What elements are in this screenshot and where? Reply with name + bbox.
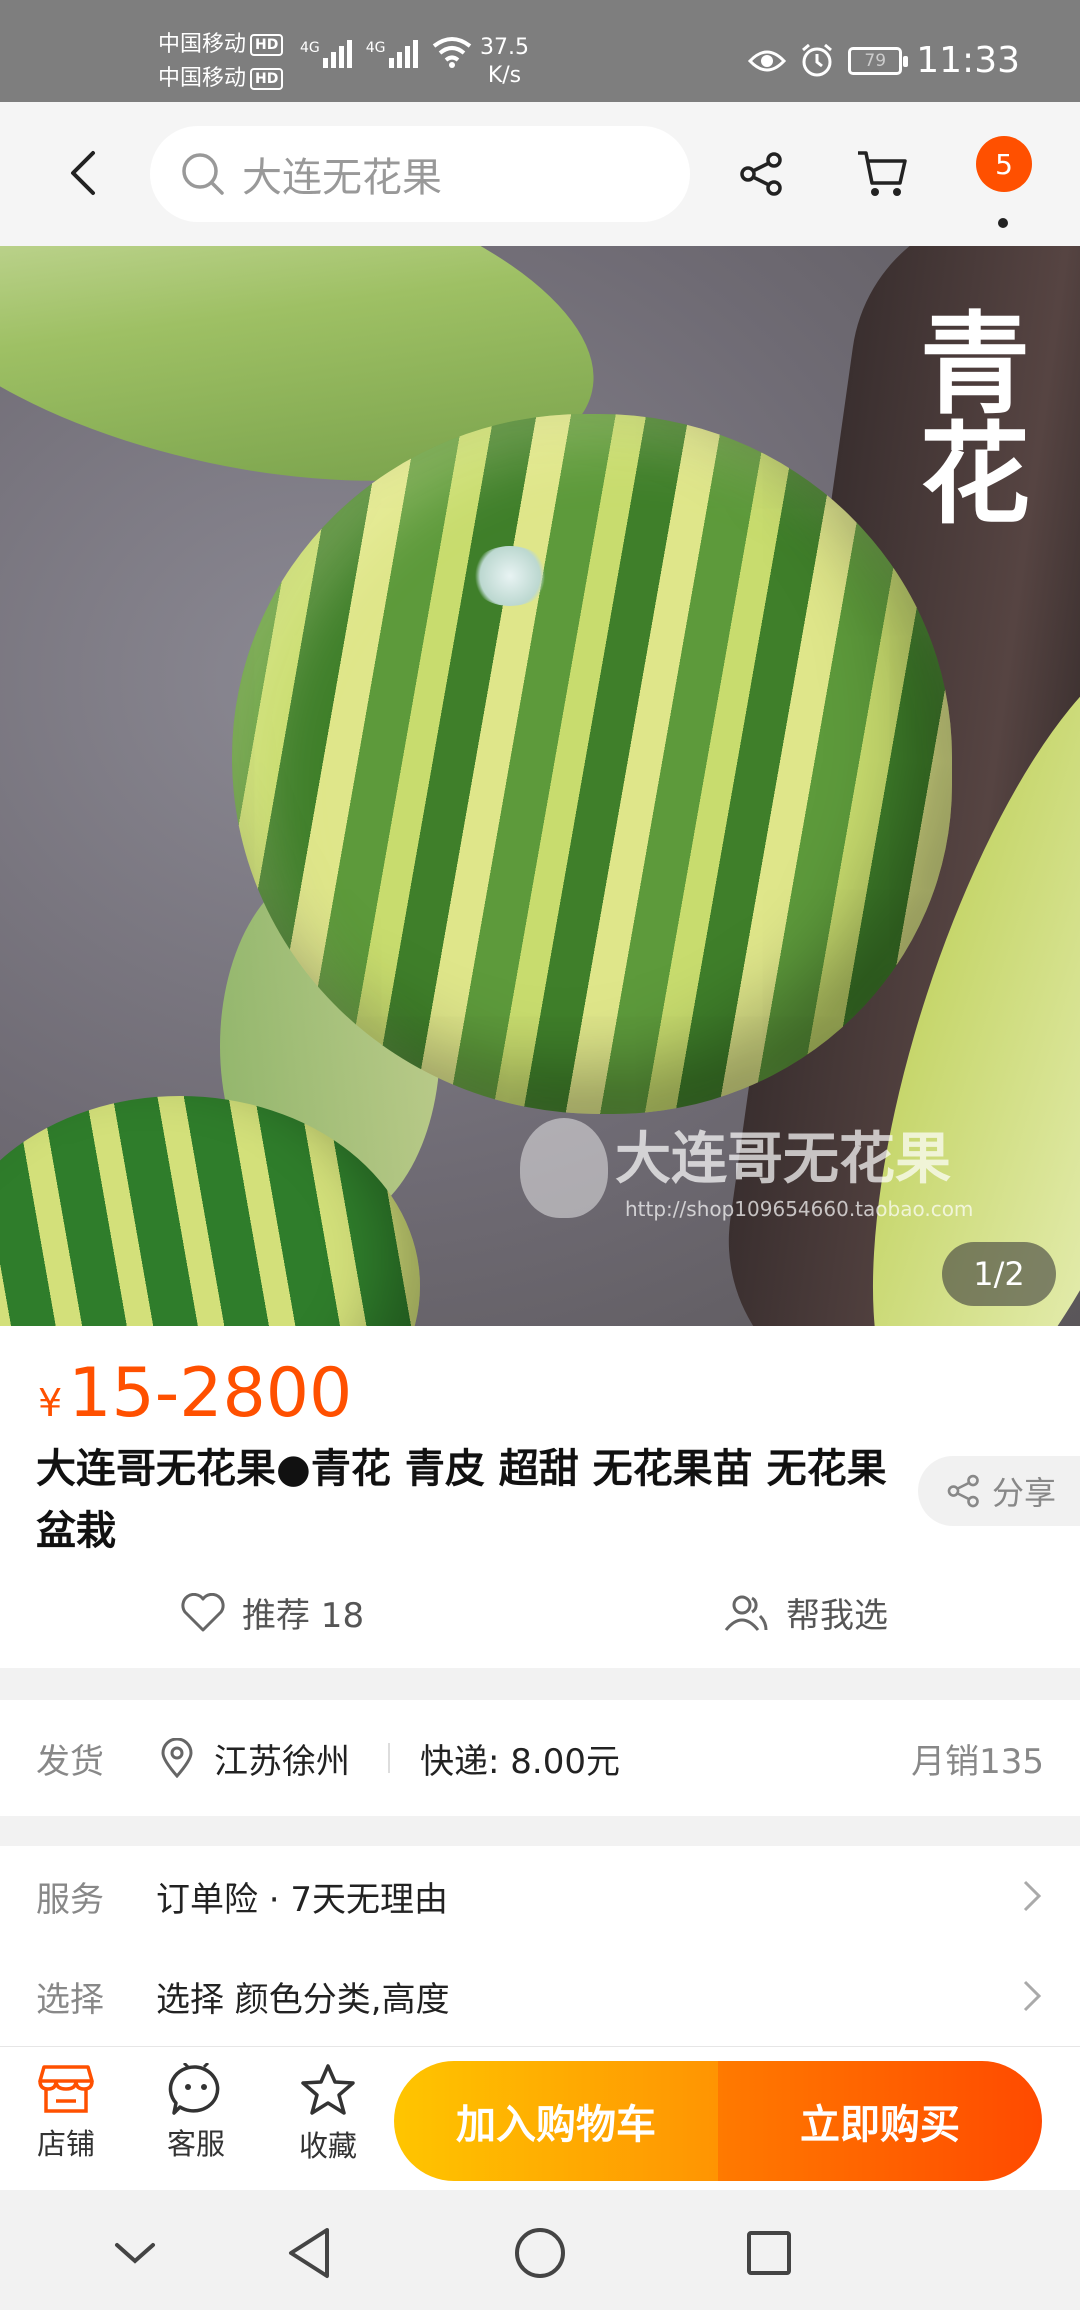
eye-icon [748, 50, 787, 71]
signal-icon: 4G [366, 40, 418, 68]
share-button[interactable] [726, 138, 798, 210]
battery-icon: 79 [848, 46, 909, 75]
alarm-icon [802, 43, 833, 76]
select-row[interactable]: 选择 选择 颜色分类,高度 [0, 1946, 1080, 2046]
notification-badge: 5 [976, 136, 1032, 192]
watermark-logo-icon [520, 1118, 608, 1218]
carrier-info: 中国移动 HD 中国移动 HD [158, 28, 284, 96]
share-tag-button[interactable]: 分享 [918, 1456, 1080, 1526]
service-label: 服务 [36, 1879, 104, 1920]
triangle-back-icon [289, 2228, 329, 2278]
chevron-down-icon [115, 2243, 155, 2264]
select-label: 选择 [36, 1979, 104, 2020]
monthly-sales: 月销135 [911, 1741, 1044, 1782]
top-nav-bar: 大连无花果 5 [0, 102, 1080, 246]
shipping-location: 江苏徐州 [214, 1741, 350, 1782]
circle-home-icon [515, 2228, 565, 2278]
service-row[interactable]: 服务 订单险 · 7天无理由 [0, 1846, 1080, 1946]
favorite-button[interactable]: 收藏 [278, 2063, 378, 2165]
product-info-card: ¥ 15-2800 大连哥无花果●青花 青皮 超甜 无花果苗 无花果盆栽 分享 … [0, 1326, 1080, 1668]
currency-symbol: ¥ [38, 1381, 63, 1425]
store-icon [38, 2065, 94, 2113]
service-value: 订单险 · 7天无理由 [156, 1879, 449, 1920]
fruit-calyx [470, 546, 550, 606]
hd-badge: HD [250, 68, 284, 90]
chevron-left-icon [71, 151, 95, 195]
divider [388, 1743, 390, 1773]
chevron-right-icon [1023, 1880, 1042, 1912]
help-choose-button[interactable]: 帮我选 [722, 1588, 888, 1637]
customer-service-button[interactable]: 客服 [146, 2063, 246, 2163]
more-menu-button[interactable]: 5 [970, 130, 1036, 228]
search-text: 大连无花果 [242, 155, 442, 201]
heart-icon [181, 1592, 225, 1631]
network-speed: 37.5 K/s [480, 35, 529, 88]
signal-icon: 4G [300, 40, 352, 68]
product-title: 大连哥无花果●青花 青皮 超甜 无花果苗 无花果盆栽 [36, 1446, 887, 1554]
favorite-label: 收藏 [298, 2129, 357, 2163]
nav-back-button[interactable] [274, 2218, 344, 2288]
star-icon [301, 2064, 355, 2115]
more-dot-icon [998, 218, 1008, 228]
recommend-button[interactable]: 推荐 18 [180, 1588, 364, 1637]
nav-recents-button[interactable] [734, 2218, 804, 2288]
back-button[interactable] [48, 138, 118, 208]
add-to-cart-button[interactable]: 加入购物车 [394, 2061, 718, 2181]
cart-icon [858, 151, 907, 196]
fig-fruit-image [232, 414, 952, 1114]
recommend-label: 推荐 18 [242, 1596, 365, 1636]
shipping-label: 发货 [36, 1741, 104, 1782]
carrier-2: 中国移动 [158, 66, 247, 91]
help-choose-label: 帮我选 [786, 1596, 888, 1636]
store-button[interactable]: 店铺 [16, 2063, 116, 2163]
search-icon [182, 153, 224, 195]
location-pin-icon [161, 1738, 193, 1778]
image-counter: 1/2 [942, 1242, 1056, 1306]
share-label: 分享 [992, 1474, 1057, 1512]
nav-home-button[interactable] [505, 2218, 575, 2288]
nav-collapse-button[interactable] [100, 2218, 170, 2288]
buy-now-button[interactable]: 立即购买 [718, 2061, 1042, 2181]
express-fee: 快递: 8.00元 [420, 1741, 620, 1782]
cart-button[interactable] [846, 138, 918, 210]
product-page: 中国移动 HD 中国移动 HD 4G 4G 37.5 K/s 79 11:33 大连… [0, 0, 1080, 2310]
chevron-right-icon [1023, 1980, 1042, 2012]
search-input[interactable]: 大连无花果 [150, 126, 690, 222]
image-watermark: 大连哥无花果 http://shop109654660.taobao.com [520, 1114, 973, 1221]
price: ¥ 15-2800 [38, 1354, 352, 1433]
wifi-icon [432, 37, 471, 68]
carrier-1: 中国移动 [158, 32, 247, 57]
system-navigation-bar [0, 2190, 1080, 2310]
bottom-action-bar: 店铺 客服 收藏 加入购物车 立即购买 [0, 2046, 1080, 2190]
product-image-carousel[interactable]: 青花 大连哥无花果 http://shop109654660.taobao.co… [0, 246, 1080, 1326]
store-label: 店铺 [36, 2127, 95, 2161]
square-recents-icon [747, 2231, 791, 2275]
select-value: 选择 颜色分类,高度 [156, 1979, 450, 2020]
people-icon [724, 1595, 768, 1631]
chat-face-icon [168, 2063, 220, 2115]
image-title-overlay: 青花 [901, 306, 1030, 526]
hd-badge: HD [250, 34, 284, 56]
price-value: 15-2800 [68, 1354, 353, 1433]
service-card: 服务 订单险 · 7天无理由 选择 选择 颜色分类,高度 [0, 1846, 1080, 2046]
clock: 11:33 [916, 40, 1020, 81]
share-icon [947, 1474, 979, 1508]
signal-indicators: 4G 4G [300, 36, 472, 68]
shipping-row[interactable]: 发货 江苏徐州 快递: 8.00元 月销135 [0, 1700, 1080, 1816]
customer-service-label: 客服 [166, 2127, 225, 2161]
status-bar: 中国移动 HD 中国移动 HD 4G 4G 37.5 K/s 79 11:33 [0, 0, 1080, 102]
status-right: 79 11:33 [748, 40, 1020, 81]
share-icon [740, 152, 782, 196]
